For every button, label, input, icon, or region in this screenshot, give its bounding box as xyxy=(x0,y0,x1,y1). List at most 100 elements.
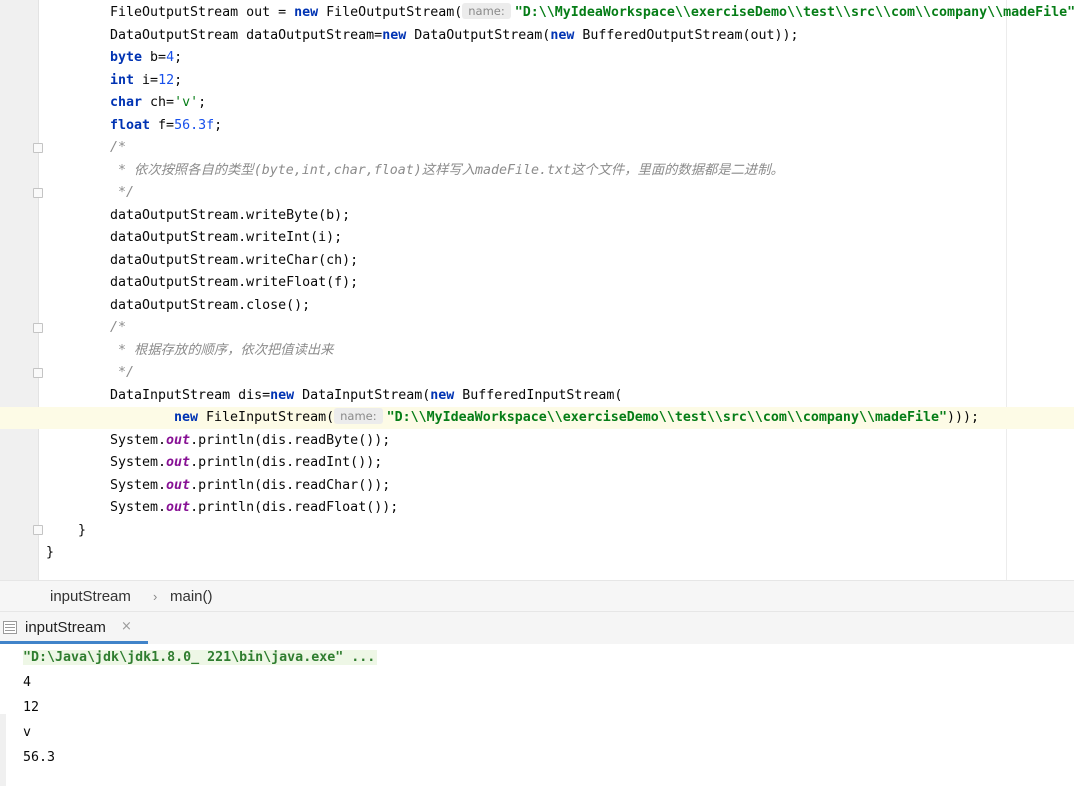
code-editor[interactable]: FileOutputStream out = new FileOutputStr… xyxy=(0,0,1074,580)
code-line: System.out.println(dis.readChar()); xyxy=(110,475,390,497)
code-line: byte b=4; xyxy=(110,47,182,69)
code-token: 'v' xyxy=(174,95,199,110)
fold-marker-icon[interactable] xyxy=(33,368,43,378)
code-token: dataOutputStream.writeFloat(f); xyxy=(110,275,359,290)
code-line: System.out.println(dis.readInt()); xyxy=(110,452,382,474)
run-tool-window-tabbar: inputStream × xyxy=(0,612,1074,644)
code-line: dataOutputStream.close(); xyxy=(110,295,310,317)
code-token: 12 xyxy=(158,72,175,88)
code-token: dataOutputStream.close(); xyxy=(110,297,311,313)
console-output[interactable]: "D:\Java\jdk\jdk1.8.0_ 221\bin\java.exe"… xyxy=(0,644,1074,786)
code-token: DataInputStream( xyxy=(294,387,431,403)
code-token: ch= xyxy=(142,95,175,110)
code-line: System.out.println(dis.readFloat()); xyxy=(110,497,398,519)
code-line: } xyxy=(78,520,86,542)
code-token: 4 xyxy=(166,50,175,65)
code-line: /* xyxy=(110,317,126,339)
code-token: i= xyxy=(134,72,159,88)
code-token: new xyxy=(430,387,455,403)
code-line: DataInputStream dis=new DataInputStream(… xyxy=(110,385,622,407)
code-token: } xyxy=(46,545,55,560)
code-line: FileOutputStream out = new FileOutputStr… xyxy=(110,2,1074,24)
fold-marker-icon[interactable] xyxy=(33,525,43,535)
code-token: out xyxy=(166,500,191,515)
code-token: new xyxy=(294,5,319,20)
code-token: BufferedInputStream( xyxy=(454,387,623,403)
code-token: DataInputStream dis= xyxy=(110,387,271,403)
code-token: ; xyxy=(198,95,207,110)
fold-marker-icon[interactable] xyxy=(33,323,43,333)
code-token: DataOutputStream( xyxy=(406,27,551,43)
code-token: FileOutputStream out = xyxy=(110,5,295,20)
editor-gutter[interactable] xyxy=(0,0,39,580)
code-token: .println(dis.readChar()); xyxy=(190,477,391,493)
fold-marker-icon[interactable] xyxy=(33,188,43,198)
console-icon xyxy=(3,621,17,634)
console-line: "D:\Java\jdk\jdk1.8.0_ 221\bin\java.exe"… xyxy=(23,647,378,669)
code-token: System. xyxy=(110,432,167,448)
code-line: * 根据存放的顺序，依次把值读出来 xyxy=(110,340,333,362)
code-token: ; xyxy=(214,117,223,133)
code-token: FileInputStream( xyxy=(198,410,335,425)
code-token: ; xyxy=(174,72,183,88)
code-token: System. xyxy=(110,477,167,493)
code-token: out xyxy=(166,477,191,493)
code-token: */ xyxy=(110,185,135,200)
code-token: * 根据存放的顺序，依次把值读出来 xyxy=(110,342,334,358)
code-token: ; xyxy=(174,50,183,65)
code-line: int i=12; xyxy=(110,70,182,92)
gutter-divider xyxy=(38,0,39,580)
console-line: 56.3 xyxy=(23,750,56,765)
code-token: 56.3f xyxy=(174,117,215,133)
code-line: } xyxy=(46,542,54,564)
parameter-hint: name: xyxy=(462,3,511,19)
code-token: BufferedOutputStream(out)); xyxy=(574,27,799,43)
code-token: .println(dis.readByte()); xyxy=(190,432,391,448)
code-line: System.out.println(dis.readByte()); xyxy=(110,430,390,452)
code-token: */ xyxy=(110,365,135,380)
run-command: "D:\Java\jdk\jdk1.8.0_ 221\bin\java.exe"… xyxy=(23,650,378,665)
breadcrumb-class[interactable]: inputStream xyxy=(50,588,131,605)
code-token: System. xyxy=(110,455,167,470)
code-line: new FileInputStream(name: "D:\\MyIdeaWork… xyxy=(174,407,979,429)
code-token: * 依次按照各自的类型(byte,int,char,float)这样写入made… xyxy=(110,162,784,178)
breadcrumb-separator-icon: › xyxy=(153,589,158,604)
code-token: float xyxy=(110,117,151,133)
code-token: new xyxy=(270,387,295,403)
tab-run-inputstream[interactable]: inputStream × xyxy=(0,612,148,644)
code-token: System. xyxy=(110,500,167,515)
code-token: dataOutputStream.writeByte(b); xyxy=(110,207,351,223)
code-line: dataOutputStream.writeByte(b); xyxy=(110,205,350,227)
parameter-hint: name: xyxy=(334,408,383,424)
code-token: .println(dis.readFloat()); xyxy=(190,500,399,515)
code-token: ))); xyxy=(947,410,980,425)
console-gutter xyxy=(0,714,6,786)
code-token: out xyxy=(166,455,191,470)
code-token: dataOutputStream.writeInt(i); xyxy=(110,230,343,245)
code-line: * 依次按照各自的类型(byte,int,char,float)这样写入made… xyxy=(110,160,784,182)
code-line: /* xyxy=(110,137,126,159)
code-line: float f=56.3f; xyxy=(110,115,222,137)
code-token: b= xyxy=(142,50,167,65)
code-token: } xyxy=(78,522,87,538)
code-token: out xyxy=(166,432,191,448)
code-line: */ xyxy=(110,362,134,384)
breadcrumb-method[interactable]: main() xyxy=(170,588,213,605)
code-token: DataOutputStream dataOutputStream= xyxy=(110,27,383,43)
code-token: "D:\\MyIdeaWorkspace\\exerciseDemo\\test… xyxy=(386,410,948,425)
fold-marker-icon[interactable] xyxy=(33,143,43,153)
console-line: 12 xyxy=(23,700,40,715)
close-icon[interactable]: × xyxy=(121,619,132,634)
code-token: .println(dis.readInt()); xyxy=(190,455,383,470)
console-line: 4 xyxy=(23,675,32,690)
code-token: new xyxy=(382,27,407,43)
console-line: v xyxy=(23,725,32,740)
code-line: dataOutputStream.writeChar(ch); xyxy=(110,250,358,272)
code-line: DataOutputStream dataOutputStream=new Da… xyxy=(110,25,799,47)
code-token: f= xyxy=(150,117,175,133)
code-token: char xyxy=(110,95,143,110)
code-line: char ch='v'; xyxy=(110,92,206,114)
code-token: new xyxy=(550,27,575,43)
code-line: dataOutputStream.writeFloat(f); xyxy=(110,272,358,294)
code-token: dataOutputStream.writeChar(ch); xyxy=(110,252,359,268)
